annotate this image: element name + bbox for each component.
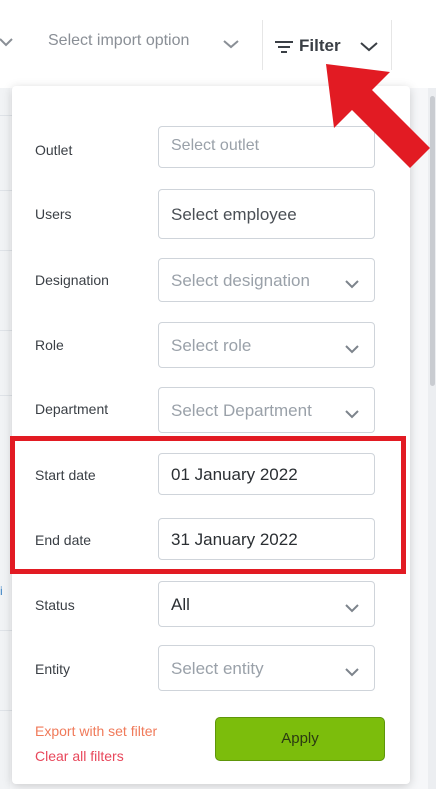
department-label: Department (35, 401, 109, 417)
outlet-label: Outlet (35, 142, 73, 158)
employee-select[interactable]: Select employee (158, 189, 375, 239)
filter-icon (275, 41, 293, 53)
apply-button[interactable]: Apply (215, 717, 385, 761)
export-with-filter-link[interactable]: Export with set filter (35, 723, 157, 739)
chevron-down-icon (345, 668, 359, 677)
background-table-edge (0, 88, 10, 789)
filter-row-department: Department Select Department (12, 387, 410, 443)
chevron-down-icon[interactable] (0, 36, 14, 48)
role-select[interactable]: Select role (158, 322, 375, 368)
chevron-down-icon[interactable] (222, 38, 240, 50)
divider (0, 630, 12, 631)
annotation-arrow-icon (326, 64, 430, 168)
filter-row-entity: Entity Select entity (12, 645, 410, 701)
filter-row-users: Users Select employee (12, 189, 410, 245)
role-placeholder: Select role (171, 336, 252, 355)
divider (0, 395, 12, 396)
status-label: Status (35, 597, 75, 613)
scrollbar-thumb[interactable] (430, 96, 435, 386)
designation-placeholder: Select designation (171, 271, 310, 290)
department-placeholder: Select Department (171, 401, 312, 420)
outlet-placeholder: Select outlet (171, 137, 260, 154)
chevron-down-icon (345, 280, 359, 289)
status-select[interactable]: All (158, 581, 375, 627)
designation-select[interactable]: Select designation (158, 258, 375, 302)
divider (0, 330, 12, 331)
divider (0, 710, 12, 711)
chevron-down-icon (345, 604, 359, 613)
filter-row-role: Role Select role (12, 322, 410, 378)
filter-label: Filter (299, 36, 341, 55)
divider (0, 190, 12, 191)
designation-label: Designation (35, 272, 109, 288)
filter-panel: Outlet Select outlet Users Select employ… (12, 86, 410, 784)
role-label: Role (35, 337, 64, 353)
chevron-down-icon (360, 42, 378, 52)
import-option-select[interactable]: Select import option (48, 32, 189, 50)
background-link-fragment: i (0, 584, 3, 598)
entity-select[interactable]: Select entity (158, 645, 375, 691)
chevron-down-icon (345, 410, 359, 419)
clear-all-filters-link[interactable]: Clear all filters (35, 748, 124, 764)
entity-label: Entity (35, 661, 71, 677)
divider (0, 250, 12, 251)
department-select[interactable]: Select Department (158, 387, 375, 433)
filter-row-status: Status All (12, 581, 410, 637)
status-value: All (171, 595, 190, 614)
users-label: Users (35, 206, 72, 222)
chevron-down-icon (345, 345, 359, 354)
date-range-highlight (10, 436, 406, 574)
filter-row-designation: Designation Select designation (12, 258, 410, 314)
entity-placeholder: Select entity (171, 659, 264, 678)
divider (0, 115, 12, 116)
employee-placeholder: Select employee (171, 205, 297, 224)
